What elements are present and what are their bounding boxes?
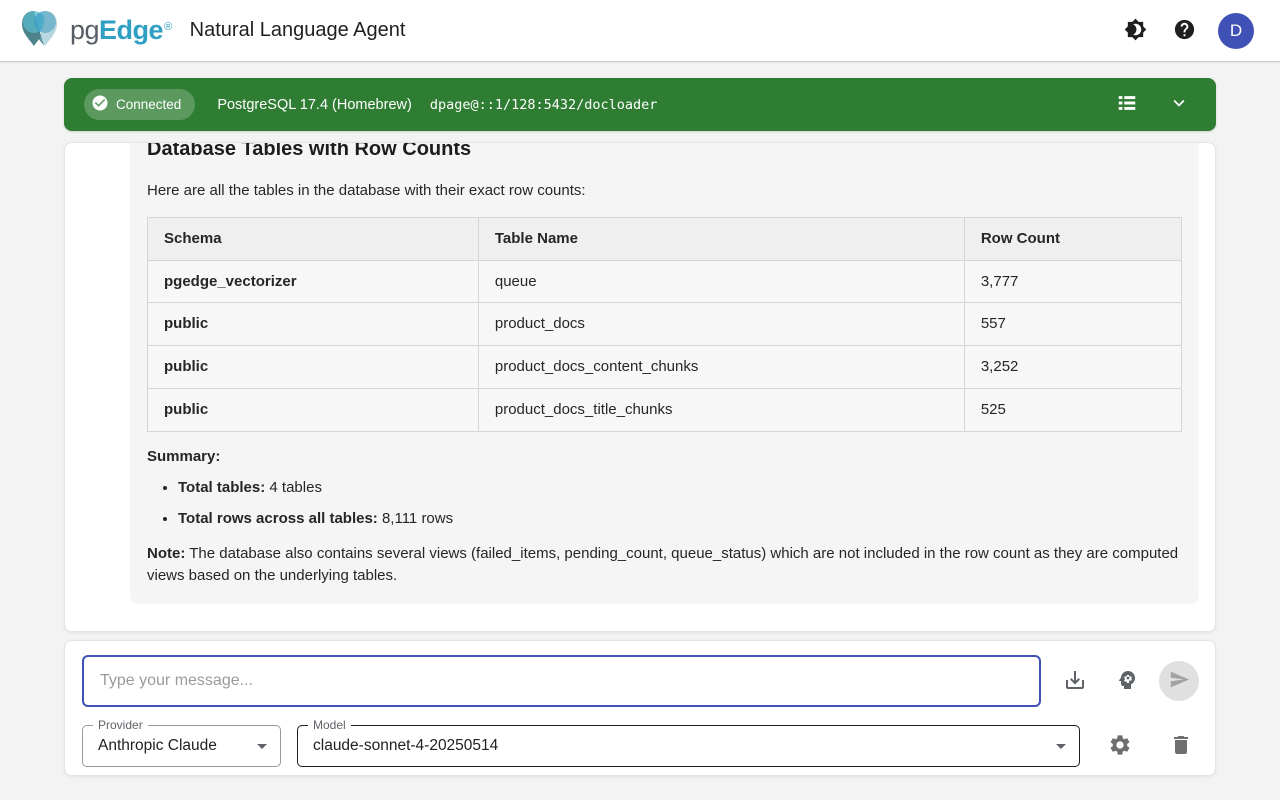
composer-panel: Provider Anthropic Claude Model claude-s… (64, 640, 1216, 776)
table-header-row: Schema Table Name Row Count (148, 217, 1182, 260)
cell-table-name: product_docs_title_chunks (478, 388, 964, 431)
bullet-value: 4 tables (265, 479, 322, 496)
cell-schema: public (148, 388, 479, 431)
bullet-value: 8,111 rows (378, 510, 453, 527)
summary-list: Total tables: 4 tables Total rows across… (147, 477, 1182, 530)
col-header-schema: Schema (148, 217, 479, 260)
model-label: Model (308, 718, 351, 732)
theme-toggle-button[interactable] (1118, 12, 1153, 50)
send-icon (1169, 669, 1190, 693)
table-row: public product_docs_title_chunks 525 (148, 388, 1182, 431)
user-avatar[interactable]: D (1218, 13, 1254, 49)
assistant-message: Database Tables with Row Counts Here are… (130, 142, 1199, 604)
connection-status-badge: Connected (84, 89, 195, 120)
message-heading: Database Tables with Row Counts (147, 142, 1182, 164)
col-header-row-count: Row Count (964, 217, 1181, 260)
provider-label: Provider (93, 718, 148, 732)
thinking-toggle-button[interactable] (1109, 662, 1145, 701)
help-icon (1173, 18, 1196, 44)
bullet-label: Total tables: (178, 479, 265, 496)
dropdown-caret-icon (1049, 734, 1073, 758)
cell-table-name: product_docs_content_chunks (478, 346, 964, 389)
table-row: pgedge_vectorizer queue 3,777 (148, 260, 1182, 303)
brightness-icon (1124, 18, 1147, 44)
trash-icon (1169, 733, 1193, 760)
message-input[interactable] (82, 655, 1041, 707)
avatar-letter: D (1230, 21, 1242, 41)
col-header-table-name: Table Name (478, 217, 964, 260)
cell-row-count: 557 (964, 303, 1181, 346)
connection-expand-button[interactable] (1162, 86, 1196, 123)
bullet-label: Total rows across all tables: (178, 510, 378, 527)
list-icon (1116, 92, 1138, 117)
cell-row-count: 3,777 (964, 260, 1181, 303)
note-text: The database also contains several views… (147, 545, 1178, 584)
psychology-icon (1115, 668, 1139, 695)
send-button[interactable] (1159, 661, 1199, 701)
connection-status-label: Connected (116, 97, 181, 112)
pgedge-logo-icon (20, 6, 68, 55)
summary-heading: Summary: (147, 446, 1182, 468)
list-item: Total rows across all tables: 8,111 rows (178, 508, 1182, 530)
provider-value: Anthropic Claude (83, 737, 250, 755)
wordmark-registered: ® (164, 21, 172, 33)
pgedge-logo: pgEdge® (20, 6, 172, 55)
server-version-label: PostgreSQL 17.4 (Homebrew) (217, 97, 412, 113)
wordmark-pg: pg (70, 15, 99, 46)
model-value: claude-sonnet-4-20250514 (298, 737, 1049, 755)
table-row: public product_docs 557 (148, 303, 1182, 346)
connection-string: dpage@::1/128:5432/docloader (430, 97, 658, 113)
cell-table-name: product_docs (478, 303, 964, 346)
note-label: Note: (147, 545, 185, 562)
dropdown-caret-icon (250, 734, 274, 758)
download-icon (1063, 668, 1087, 695)
message-intro: Here are all the tables in the database … (147, 180, 1182, 202)
provider-select[interactable]: Provider Anthropic Claude (82, 725, 281, 767)
settings-button[interactable] (1102, 727, 1138, 766)
list-item: Total tables: 4 tables (178, 477, 1182, 499)
cell-row-count: 525 (964, 388, 1181, 431)
cell-row-count: 3,252 (964, 346, 1181, 389)
wordmark-edge: Edge (99, 15, 163, 46)
check-circle-icon (91, 94, 109, 115)
pgedge-wordmark: pgEdge® (70, 15, 172, 46)
model-select[interactable]: Model claude-sonnet-4-20250514 (297, 725, 1080, 767)
chevron-down-icon (1168, 92, 1190, 117)
connection-list-button[interactable] (1110, 86, 1144, 123)
connection-bar: Connected PostgreSQL 17.4 (Homebrew) dpa… (64, 78, 1216, 131)
cell-schema: pgedge_vectorizer (148, 260, 479, 303)
chat-history-panel: Database Tables with Row Counts Here are… (64, 142, 1216, 632)
help-button[interactable] (1167, 12, 1202, 50)
cell-table-name: queue (478, 260, 964, 303)
download-chat-button[interactable] (1057, 662, 1093, 701)
page-title: Natural Language Agent (190, 19, 406, 42)
cell-schema: public (148, 346, 479, 389)
table-row: public product_docs_content_chunks 3,252 (148, 346, 1182, 389)
cell-schema: public (148, 303, 479, 346)
row-counts-table: Schema Table Name Row Count pgedge_vecto… (147, 217, 1182, 432)
message-note: Note: The database also contains several… (147, 543, 1182, 587)
clear-chat-button[interactable] (1163, 727, 1199, 766)
app-bar: pgEdge® Natural Language Agent D (0, 0, 1280, 62)
gear-icon (1108, 733, 1132, 760)
